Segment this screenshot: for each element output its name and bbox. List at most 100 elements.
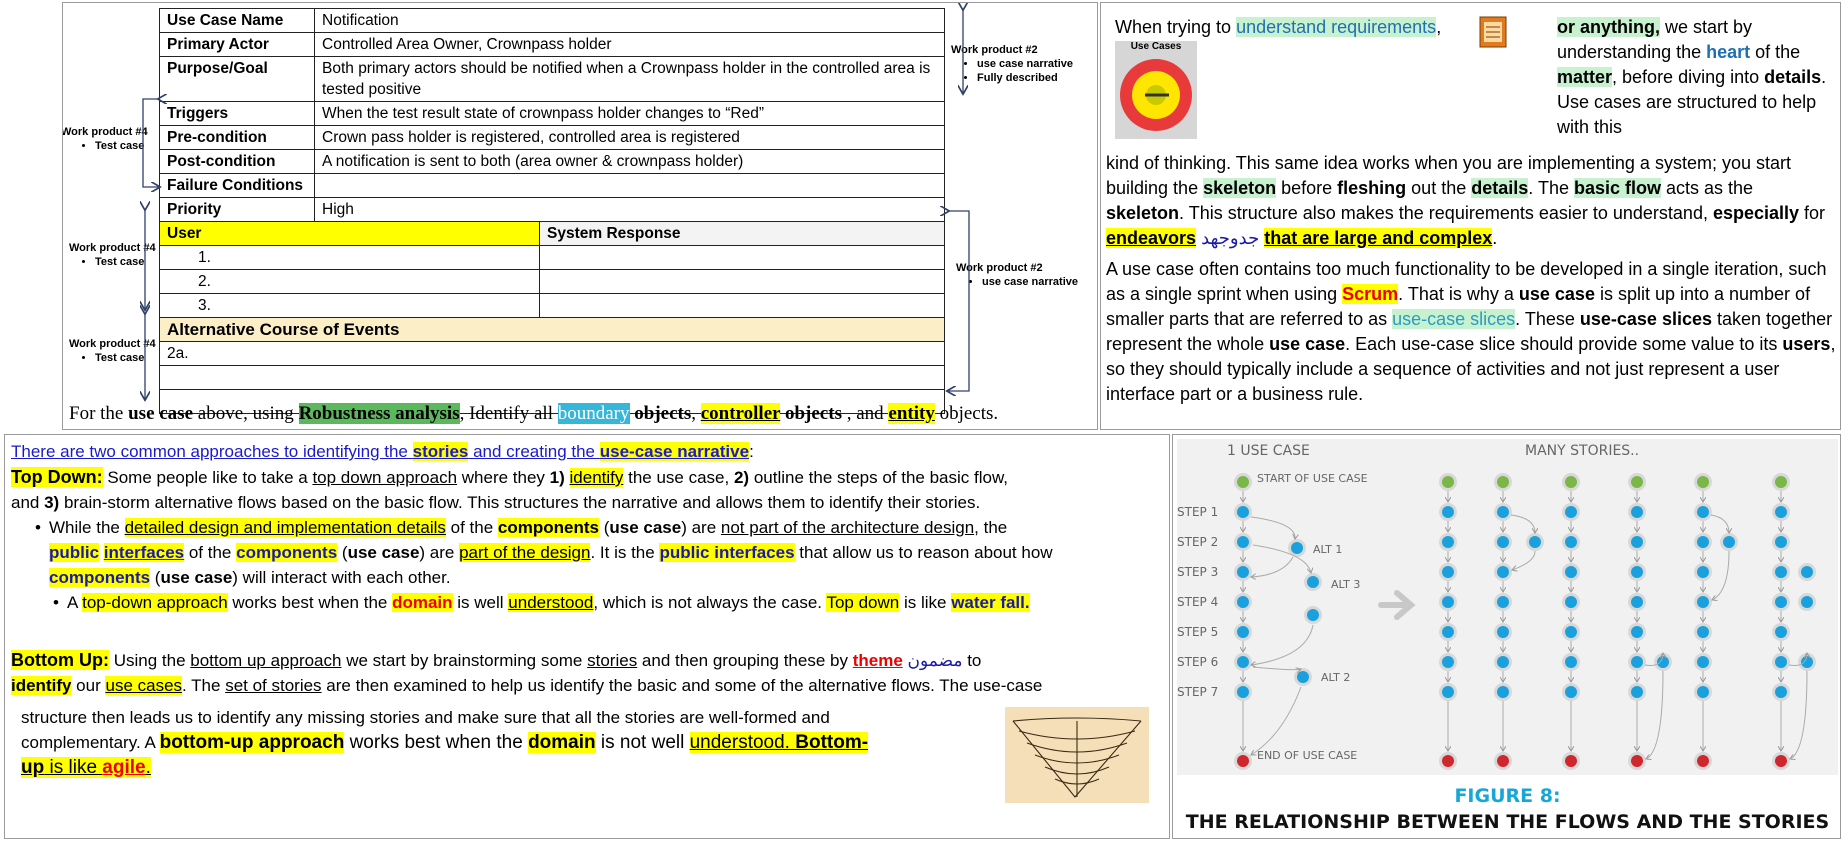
end-label: END OF USE CASE xyxy=(1257,749,1357,762)
story-alt-node xyxy=(1801,566,1813,578)
q-text: For the xyxy=(69,403,129,424)
text: , before diving into xyxy=(1612,67,1765,87)
highlight: components xyxy=(497,518,599,537)
paragraph-slices: A use case often contains too much funct… xyxy=(1106,257,1836,407)
story-node xyxy=(1565,596,1577,608)
transition-arrow xyxy=(1378,590,1416,620)
text: . xyxy=(145,757,151,778)
story-node xyxy=(1697,656,1709,668)
text: that allow us to reason about how xyxy=(794,543,1053,562)
bottom-up-continued: structure then leads us to identify any … xyxy=(21,705,1011,780)
highlight: stories xyxy=(412,442,469,461)
text: A xyxy=(67,593,83,612)
story-node xyxy=(1442,626,1454,638)
text: Some people like to take a xyxy=(102,468,313,487)
highlight: identify xyxy=(11,676,72,695)
figure-caption-title: THE RELATIONSHIP BETWEEN THE FLOWS AND T… xyxy=(1185,811,1830,833)
bottom-up-heading: Bottom Up: xyxy=(11,650,109,670)
highlight: or anything, xyxy=(1557,17,1660,37)
q-highlight: Robustness analysis xyxy=(298,403,460,424)
alt-node xyxy=(1291,542,1303,554)
start-label: START OF USE CASE xyxy=(1257,472,1368,485)
story-node xyxy=(1631,566,1643,578)
use-cases-image: Use Cases xyxy=(1115,41,1197,139)
highlight: that are large and complex xyxy=(1264,228,1493,248)
text: skeleton xyxy=(1106,203,1180,223)
text: fleshing xyxy=(1337,178,1407,198)
text: works best when the xyxy=(227,593,393,612)
flow-node xyxy=(1237,626,1249,638)
highlight: public interfaces xyxy=(659,543,795,562)
text: . Each use-case slice should provide som… xyxy=(1345,334,1783,354)
text: ( xyxy=(150,568,161,587)
text: ) are xyxy=(681,518,721,537)
story-node xyxy=(1697,686,1709,698)
highlight: up xyxy=(21,757,45,778)
text: : xyxy=(749,442,754,461)
story-alt-arrow xyxy=(1710,514,1729,533)
arabic-note: جدوجهد xyxy=(1201,228,1260,248)
q-text: above, using xyxy=(193,403,299,424)
text: are then examined to help us identify th… xyxy=(321,676,1043,695)
text: While the xyxy=(49,518,125,537)
text: use case xyxy=(347,543,420,562)
bullet-1: • While the detailed design and implemen… xyxy=(35,515,1164,590)
text: , which is not always the case. xyxy=(593,593,827,612)
text: . It is the xyxy=(590,543,660,562)
title-left: 1 USE CASE xyxy=(1227,443,1310,459)
story-node xyxy=(1565,506,1577,518)
step-label: STEP 3 xyxy=(1177,565,1218,579)
story-alt-node xyxy=(1801,656,1813,668)
story-node xyxy=(1442,476,1454,488)
flow-node xyxy=(1237,566,1249,578)
highlight: components xyxy=(49,568,151,587)
story-node xyxy=(1697,536,1709,548)
figure-panel: 1 USE CASE MANY STORIES.. START OF USE C… xyxy=(1172,434,1841,839)
q-text: objects xyxy=(780,403,842,424)
story-node xyxy=(1697,755,1709,767)
alt-arrow xyxy=(1252,666,1301,670)
text: our xyxy=(71,676,106,695)
story-node xyxy=(1565,536,1577,548)
alt-arrow xyxy=(1251,556,1294,577)
text: There are two common approaches to ident… xyxy=(11,442,413,461)
q-text: objects. xyxy=(934,403,999,424)
story-node xyxy=(1775,506,1787,518)
bullet-2: • A top-down approach works best when th… xyxy=(53,590,1167,615)
text: . The xyxy=(182,676,226,695)
highlight: use-case narrative xyxy=(599,442,750,461)
text: brain-storm alternative flows based on t… xyxy=(59,493,981,512)
story-node xyxy=(1497,596,1509,608)
story-node xyxy=(1442,536,1454,548)
text: . That is why a xyxy=(1398,284,1519,304)
text: . These xyxy=(1515,309,1580,329)
alt-node xyxy=(1307,609,1319,621)
q-text: use case xyxy=(128,403,194,424)
story-node xyxy=(1697,596,1709,608)
story-node xyxy=(1565,656,1577,668)
text: stories xyxy=(587,651,638,670)
story-node xyxy=(1631,476,1643,488)
q-highlight: boundary xyxy=(557,403,630,424)
highlight: matter xyxy=(1557,67,1613,87)
story-node xyxy=(1442,755,1454,767)
text: . The xyxy=(1528,178,1574,198)
story-node xyxy=(1497,506,1509,518)
alt-label: ALT 2 xyxy=(1321,671,1350,684)
story-node xyxy=(1631,596,1643,608)
text: before xyxy=(1276,178,1338,198)
story-node xyxy=(1497,626,1509,638)
approaches-panel: There are two common approaches to ident… xyxy=(4,434,1170,839)
text: . xyxy=(1492,228,1498,248)
step-label: STEP 2 xyxy=(1177,535,1218,549)
highlight: domain xyxy=(528,732,596,753)
story-node xyxy=(1497,566,1509,578)
story-node xyxy=(1565,476,1577,488)
arabic-note: مضمون xyxy=(902,651,963,670)
story-node xyxy=(1631,656,1643,668)
alt-label: ALT 3 xyxy=(1331,578,1360,591)
story-alt-node xyxy=(1657,656,1669,668)
story-alt-node xyxy=(1529,536,1541,548)
highlight: water fall. xyxy=(951,593,1030,612)
alt-node xyxy=(1307,576,1319,588)
